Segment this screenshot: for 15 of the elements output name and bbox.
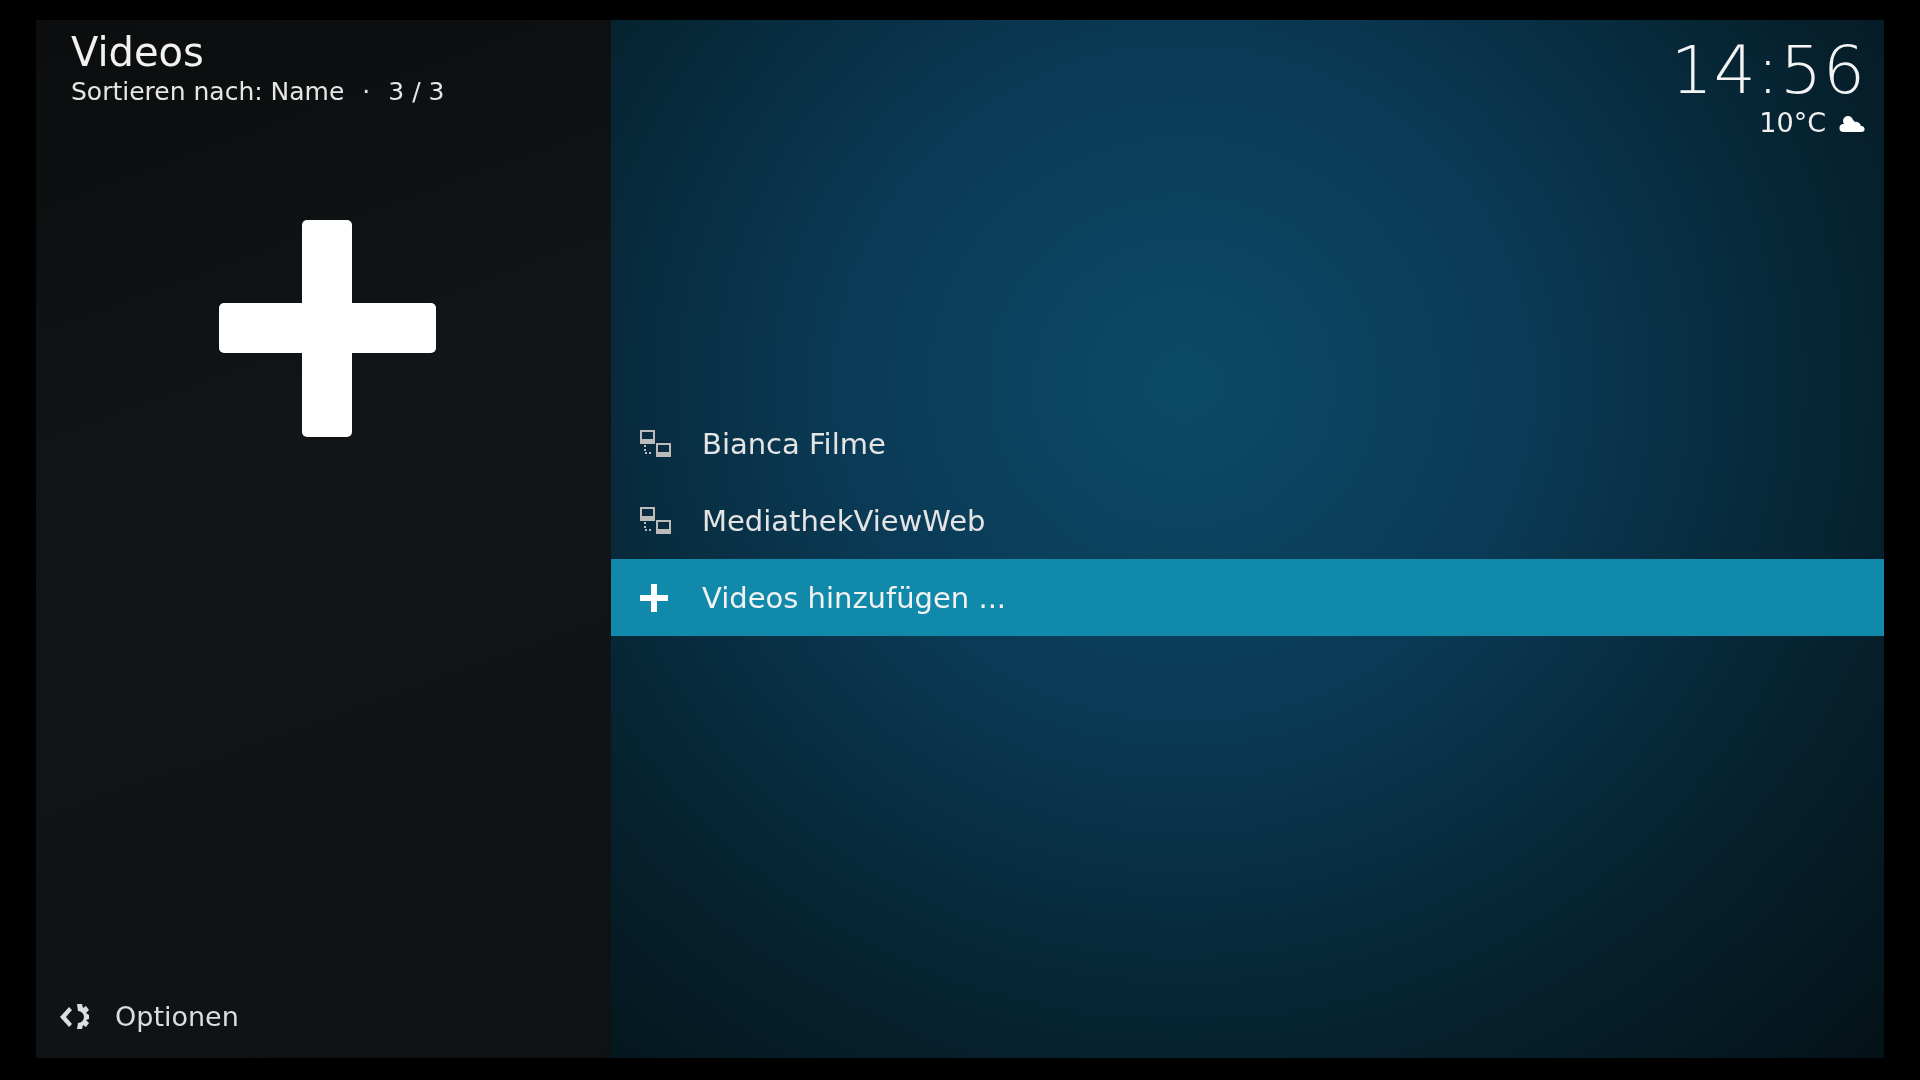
item-count: 3 / 3 [388, 76, 445, 108]
temperature: 10°C [1759, 108, 1826, 138]
window-title: Videos [71, 28, 205, 76]
plus-icon [219, 220, 436, 437]
network-computers-icon [640, 506, 672, 535]
options-button[interactable]: Optionen [51, 997, 245, 1036]
list-item[interactable]: MediathekViewWeb [611, 482, 1884, 559]
separator-dot: · [361, 76, 372, 108]
sort-label[interactable]: Sortieren nach: Name [71, 76, 345, 108]
gear-icon [57, 1001, 91, 1032]
network-computers-icon [640, 429, 672, 458]
plus-icon [640, 583, 668, 612]
list-item[interactable]: Videos hinzufügen ... [611, 559, 1884, 636]
list-item[interactable]: Bianca Filme [611, 405, 1884, 482]
clock-time: 14:56 [1670, 34, 1866, 108]
